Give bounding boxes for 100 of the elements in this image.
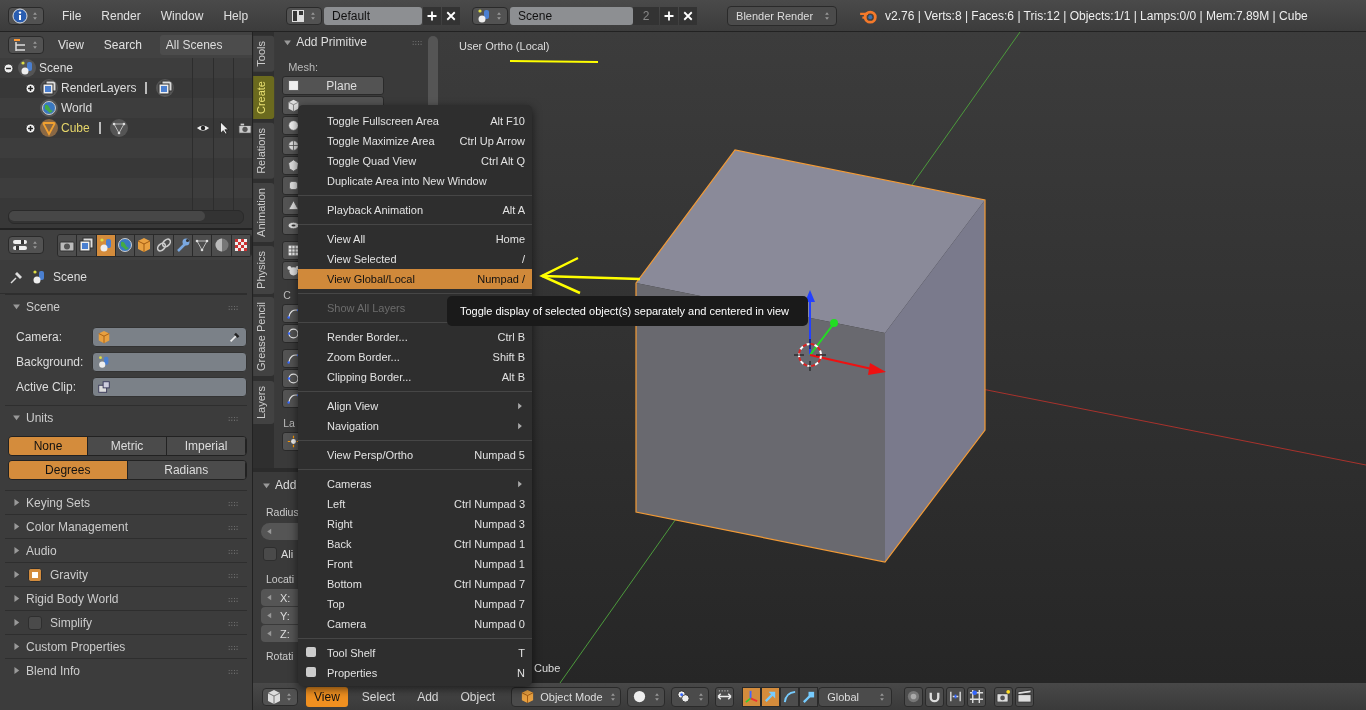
- toggle-button[interactable]: Metric: [88, 437, 167, 455]
- tool-tab[interactable]: Grease Pencil: [253, 297, 275, 377]
- cube-drawing[interactable]: [635, 149, 986, 563]
- menu-item[interactable]: Left Ctrl Numpad 3: [298, 494, 532, 514]
- editor-type-button[interactable]: [8, 6, 44, 25]
- checkbox[interactable]: [306, 667, 316, 677]
- toggle-button[interactable]: Imperial: [167, 437, 246, 455]
- menu-item[interactable]: Top Numpad 7: [298, 594, 532, 614]
- camera-icon[interactable]: [238, 121, 252, 135]
- menu-item[interactable]: Navigation: [298, 416, 532, 436]
- menu-item[interactable]: Zoom Border... Shift B: [298, 347, 532, 367]
- add-button[interactable]: [423, 6, 442, 25]
- close-button[interactable]: [679, 6, 698, 25]
- menu-item[interactable]: Render Border... Ctrl B: [298, 327, 532, 347]
- menu-item[interactable]: Duplicate Area into New Window: [298, 171, 532, 191]
- panel-header[interactable]: Audio: [5, 539, 247, 562]
- shading-dropdown[interactable]: [627, 686, 666, 707]
- properties-tab[interactable]: [135, 234, 155, 256]
- menu-item[interactable]: Render: [91, 8, 151, 23]
- tool-tab[interactable]: Tools: [253, 36, 275, 72]
- tool-tab[interactable]: Physics: [253, 245, 275, 294]
- menu-item[interactable]: View All Home: [298, 229, 532, 249]
- panel-header[interactable]: Keying Sets: [5, 491, 247, 514]
- tool-tab[interactable]: Animation: [253, 182, 275, 242]
- menu-item[interactable]: Tool Shelf T: [298, 643, 532, 663]
- close-button[interactable]: [442, 6, 461, 25]
- properties-tab[interactable]: [173, 234, 194, 256]
- properties-tab[interactable]: [77, 234, 97, 256]
- menu-item[interactable]: View Persp/Ortho Numpad 5: [298, 445, 532, 465]
- manipulator-button[interactable]: [761, 686, 781, 707]
- properties-tab[interactable]: [58, 234, 78, 256]
- menu-item[interactable]: View Global/Local Numpad /: [298, 269, 532, 289]
- panel-header[interactable]: Gravity: [5, 563, 247, 586]
- tree-item[interactable]: RenderLayers: [24, 78, 252, 98]
- checkbox[interactable]: [28, 567, 42, 582]
- toggle-button[interactable]: None: [9, 437, 88, 455]
- snap-target-button[interactable]: [967, 686, 987, 707]
- checkbox[interactable]: [306, 647, 316, 657]
- menu-item[interactable]: Camera Numpad 0: [298, 614, 532, 634]
- panel-header[interactable]: Custom Properties: [5, 635, 247, 658]
- tool-tab[interactable]: Relations: [253, 122, 275, 179]
- render-engine-dropdown[interactable]: Blender Render: [727, 5, 838, 26]
- snap-button[interactable]: [925, 686, 945, 707]
- plane-button[interactable]: Plane: [282, 76, 385, 95]
- tool-tab[interactable]: Create: [253, 75, 275, 119]
- properties-tab[interactable]: [96, 234, 116, 256]
- menu-item[interactable]: View: [48, 38, 94, 52]
- panel-header[interactable]: Blend Info: [5, 659, 247, 682]
- menu-item[interactable]: Clipping Border... Alt B: [298, 367, 532, 387]
- display-mode-dropdown[interactable]: All Scenes: [159, 35, 252, 55]
- menu-item[interactable]: Select: [353, 686, 404, 707]
- menu-item[interactable]: Toggle Fullscreen Area Alt F10: [298, 111, 532, 131]
- editor-type-button[interactable]: [8, 36, 44, 54]
- panel-header[interactable]: Simplify: [5, 611, 247, 634]
- pointer-icon[interactable]: [217, 121, 231, 135]
- expand-icon[interactable]: [24, 121, 37, 135]
- collapse-icon[interactable]: [2, 61, 15, 75]
- render-button[interactable]: [994, 686, 1014, 707]
- panel-header[interactable]: Scene: [5, 295, 247, 318]
- 3d-cursor-drawing[interactable]: [793, 338, 827, 372]
- tree-item[interactable]: Cube: [24, 118, 252, 138]
- properties-tab[interactable]: [154, 234, 174, 256]
- layout-button[interactable]: [286, 6, 323, 25]
- menu-item[interactable]: Toggle Quad View Ctrl Alt Q: [298, 151, 532, 171]
- menu-item[interactable]: Bottom Ctrl Numpad 7: [298, 574, 532, 594]
- toggle-button[interactable]: Radians: [127, 461, 246, 479]
- left-arrow-icon[interactable]: [265, 527, 274, 536]
- checkbox[interactable]: [28, 615, 42, 630]
- editor-type-button[interactable]: [8, 236, 44, 254]
- scene-name-field[interactable]: Scene: [510, 6, 634, 25]
- menu-item[interactable]: View: [306, 686, 348, 707]
- menu-item[interactable]: Front Numpad 1: [298, 554, 532, 574]
- scrollbar-thumb[interactable]: [9, 211, 205, 221]
- properties-tab[interactable]: [231, 234, 251, 256]
- scene-button[interactable]: [472, 6, 509, 25]
- tree-item[interactable]: Scene: [2, 58, 252, 78]
- properties-tab[interactable]: [115, 234, 136, 256]
- tree-item[interactable]: World: [24, 98, 252, 118]
- menu-item[interactable]: Align View: [298, 396, 532, 416]
- layout-name-field[interactable]: Default: [324, 6, 423, 25]
- expand-icon[interactable]: [24, 81, 37, 95]
- menu-item[interactable]: Properties N: [298, 663, 532, 683]
- menu-item[interactable]: Object: [452, 686, 504, 707]
- object-field[interactable]: [92, 326, 247, 347]
- menu-item[interactable]: View Selected /: [298, 249, 532, 269]
- menu-item[interactable]: Help: [213, 8, 259, 23]
- object-field[interactable]: [92, 351, 247, 372]
- proportional-edit-button[interactable]: [904, 686, 924, 707]
- object-field[interactable]: [92, 376, 247, 397]
- manipulator-toggle[interactable]: [715, 686, 735, 707]
- pivot-dropdown[interactable]: [671, 686, 710, 707]
- menu-item[interactable]: Playback Animation Alt A: [298, 200, 532, 220]
- menu-item[interactable]: Back Ctrl Numpad 1: [298, 534, 532, 554]
- checkbox[interactable]: [263, 547, 277, 561]
- menu-item[interactable]: Search: [93, 38, 152, 52]
- add-button[interactable]: [660, 6, 679, 25]
- manipulator-button[interactable]: [742, 686, 762, 707]
- mode-dropdown[interactable]: Object Mode: [511, 686, 622, 707]
- menu-item[interactable]: Right Numpad 3: [298, 514, 532, 534]
- manipulator-button[interactable]: [799, 686, 819, 707]
